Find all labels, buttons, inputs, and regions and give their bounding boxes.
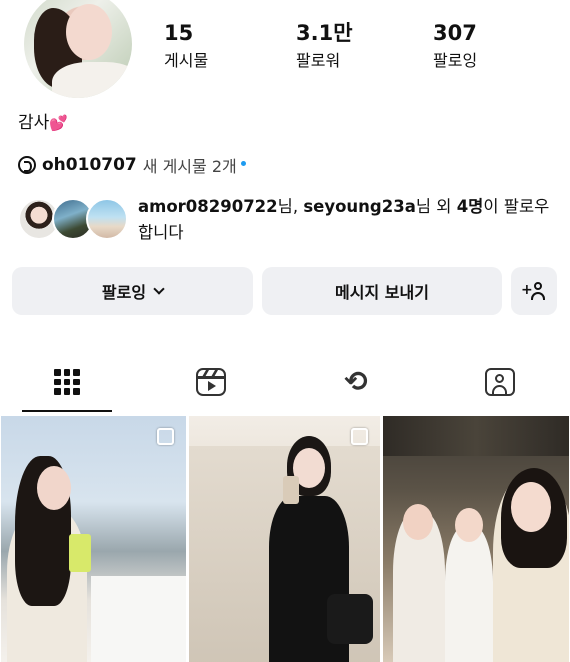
threads-handle: oh010707 [42, 155, 137, 175]
bio-text: 감사 [18, 113, 50, 133]
chevron-down-icon [153, 282, 165, 295]
followers-count: 3.1만 [296, 21, 353, 45]
threads-new-posts: 새 게시물 2개 [142, 157, 237, 176]
mutual-avatar-3 [86, 198, 128, 240]
avatar-face [66, 4, 112, 60]
mutual-others-count: 4명 [456, 197, 484, 216]
profile-tabs: ⟲ [0, 352, 570, 412]
stat-followers[interactable]: 3.1만 팔로워 [296, 20, 353, 74]
repost-icon: ⟲ [344, 365, 368, 398]
carousel-icon [351, 428, 368, 445]
add-user-button[interactable]: + [511, 267, 557, 315]
post-thumbnail[interactable] [1, 416, 186, 662]
heart-emoji-icon: 💕 [49, 114, 68, 132]
following-button-label: 팔로잉 [101, 283, 147, 302]
active-tab-indicator [22, 410, 112, 412]
mutual-user-1: amor08290722 [138, 197, 278, 216]
post-thumbnail[interactable] [383, 416, 569, 662]
avatar-shoulder [52, 62, 132, 98]
mutual-sep-2: 님 외 [415, 197, 457, 216]
tab-tagged[interactable] [455, 352, 545, 412]
tagged-icon [485, 368, 515, 396]
mutual-user-2: seyoung23a [303, 197, 416, 216]
tab-reposts[interactable]: ⟲ [311, 352, 401, 412]
profile-avatar[interactable] [24, 0, 132, 98]
posts-grid [0, 416, 570, 662]
post-thumbnail[interactable] [189, 416, 380, 662]
mutual-followers-text[interactable]: amor08290722님, seyoung23a님 외 4명이 팔로우합니다 [138, 194, 558, 246]
bio: 감사💕 [18, 110, 68, 136]
grid-icon [54, 369, 80, 395]
posts-label: 게시물 [164, 51, 209, 70]
threads-link[interactable]: oh010707 새 게시물 2개 [18, 152, 246, 178]
carousel-icon [157, 428, 174, 445]
message-button-label: 메시지 보내기 [335, 283, 429, 302]
mutual-avatars[interactable] [18, 198, 128, 242]
followers-label: 팔로워 [296, 51, 341, 70]
reels-icon [196, 368, 226, 396]
tab-posts-grid[interactable] [22, 352, 112, 412]
tab-reels[interactable] [166, 352, 256, 412]
stat-following[interactable]: 307 팔로잉 [433, 20, 477, 74]
mutual-sep-1: 님, [277, 197, 304, 216]
following-count: 307 [433, 21, 477, 45]
following-label: 팔로잉 [433, 51, 478, 70]
threads-icon [18, 156, 36, 174]
message-button[interactable]: 메시지 보내기 [262, 267, 502, 315]
add-user-icon: + [521, 281, 547, 301]
new-dot-icon [240, 160, 246, 166]
posts-count: 15 [164, 21, 194, 45]
following-button[interactable]: 팔로잉 [12, 267, 253, 315]
stat-posts: 15 게시물 [164, 20, 208, 74]
